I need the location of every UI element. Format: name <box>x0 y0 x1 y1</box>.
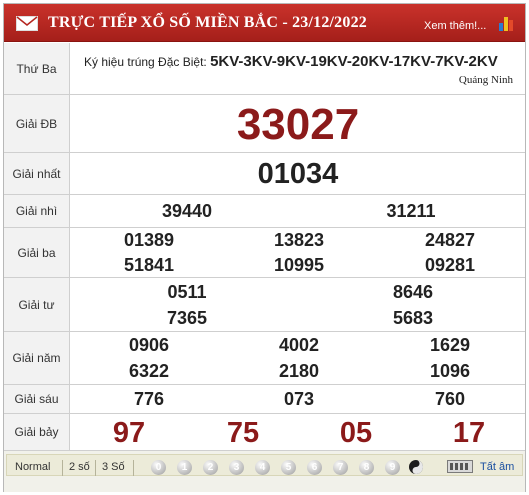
divider <box>95 460 96 476</box>
results-panel: TRỰC TIẾP XỔ SỐ MIỀN BẮC - 23/12/2022 Xe… <box>3 3 526 492</box>
info-row: Thứ Ba Ký hiệu trúng Đặc Biệt: 5KV-3KV-9… <box>4 43 525 95</box>
prize-number: 39440 <box>161 201 213 221</box>
prize-number: 05 <box>339 417 373 449</box>
prize-number: 073 <box>283 389 315 409</box>
divider <box>62 460 63 476</box>
prize-number: 01034 <box>257 158 339 190</box>
digit-filter-4[interactable]: 4 <box>255 460 270 475</box>
prize-label-nam: Giải năm <box>4 332 70 384</box>
digit-filter-8[interactable]: 8 <box>359 460 374 475</box>
header-title: TRỰC TIẾP XỔ SỐ MIỀN BẮC - 23/12/2022 <box>48 14 367 31</box>
special-codes: Ký hiệu trúng Đặc Biệt: 5KV-3KV-9KV-19KV… <box>84 51 504 73</box>
prize-number: 760 <box>434 389 466 409</box>
prize-number: 1629 <box>429 335 471 355</box>
filter-bar: Normal 2 số 3 Số 0 1 2 3 4 5 6 7 8 9 Tất… <box>6 454 523 476</box>
digit-filter-1[interactable]: 1 <box>177 460 192 475</box>
digit-filter-3[interactable]: 3 <box>229 460 244 475</box>
bar-chart-icon[interactable] <box>498 14 514 32</box>
prize-row-db: Giải ĐB 33027 <box>4 95 525 153</box>
prize-number: 8646 <box>392 282 434 302</box>
special-codes-value: 5KV-3KV-9KV-19KV-20KV-17KV-7KV-2KV <box>210 53 498 70</box>
prize-number: 97 <box>112 417 146 449</box>
select-all-link[interactable]: Tất âm <box>480 461 514 473</box>
digit-filter-7[interactable]: 7 <box>333 460 348 475</box>
prize-label-nhi: Giải nhì <box>4 195 70 227</box>
prize-label-ba: Giải ba <box>4 228 70 277</box>
digit-filter-2[interactable]: 2 <box>203 460 218 475</box>
prize-number: 2180 <box>278 361 320 381</box>
prize-row-nhi: Giải nhì 39440 31211 <box>4 195 525 228</box>
prize-number: 75 <box>226 417 260 449</box>
prize-row-nam: Giải năm 0906 4002 1629 6322 2180 1096 <box>4 332 525 385</box>
digit-filter-0[interactable]: 0 <box>151 460 166 475</box>
prize-label-sau: Giải sáu <box>4 385 70 413</box>
digit-filter-6[interactable]: 6 <box>307 460 322 475</box>
day-label: Thứ Ba <box>4 43 70 94</box>
prize-row-tu: Giải tư 0511 8646 7365 5683 <box>4 278 525 332</box>
prize-number: 7365 <box>166 308 208 328</box>
prize-number: 0511 <box>167 282 207 302</box>
prize-row-sau: Giải sáu 776 073 760 <box>4 385 525 414</box>
prize-number: 5683 <box>392 308 434 328</box>
prize-number: 6322 <box>128 361 170 381</box>
prize-row-bay: Giải bảy 97 75 05 17 <box>4 414 525 451</box>
see-more-link[interactable]: Xem thêm!... <box>424 20 486 32</box>
digit-filter-5[interactable]: 5 <box>281 460 296 475</box>
tab-2-so[interactable]: 2 số <box>69 461 90 473</box>
spin-ball-icon[interactable] <box>408 459 424 475</box>
prize-number: 24827 <box>424 230 476 250</box>
province-name: Quảng Ninh <box>458 74 513 86</box>
digit-filter-9[interactable]: 9 <box>385 460 400 475</box>
prize-number: 09281 <box>424 255 476 275</box>
prize-number: 776 <box>133 389 165 409</box>
tab-3-so[interactable]: 3 Số <box>102 461 125 473</box>
prize-label-db: Giải ĐB <box>4 95 70 152</box>
prize-number: 33027 <box>236 100 360 149</box>
filter-toolbar: Normal 2 số 3 Số 0 1 2 3 4 5 6 7 8 9 Tất… <box>4 451 525 492</box>
special-codes-label: Ký hiệu trúng Đặc Biệt: <box>84 55 207 69</box>
prize-row-ba: Giải ba 01389 13823 24827 51841 10995 09… <box>4 228 525 278</box>
prize-number: 10995 <box>273 255 325 275</box>
prize-number: 51841 <box>123 255 175 275</box>
prize-number: 17 <box>452 417 486 449</box>
mail-icon <box>16 16 38 31</box>
prize-label-nhat: Giải nhất <box>4 153 70 194</box>
prize-number: 01389 <box>123 230 175 250</box>
prize-number: 13823 <box>273 230 325 250</box>
prize-number: 4002 <box>278 335 320 355</box>
results-header: TRỰC TIẾP XỔ SỐ MIỀN BẮC - 23/12/2022 Xe… <box>4 4 525 42</box>
prize-number: 31211 <box>386 201 436 221</box>
prize-label-bay: Giải bảy <box>4 414 70 450</box>
lottery-machine-icon[interactable] <box>447 459 473 474</box>
prize-label-tu: Giải tư <box>4 278 70 331</box>
tab-normal[interactable]: Normal <box>15 461 50 473</box>
prize-number: 1096 <box>429 361 471 381</box>
prize-number: 0906 <box>128 335 170 355</box>
divider <box>133 460 134 476</box>
prize-row-nhat: Giải nhất 01034 <box>4 153 525 195</box>
